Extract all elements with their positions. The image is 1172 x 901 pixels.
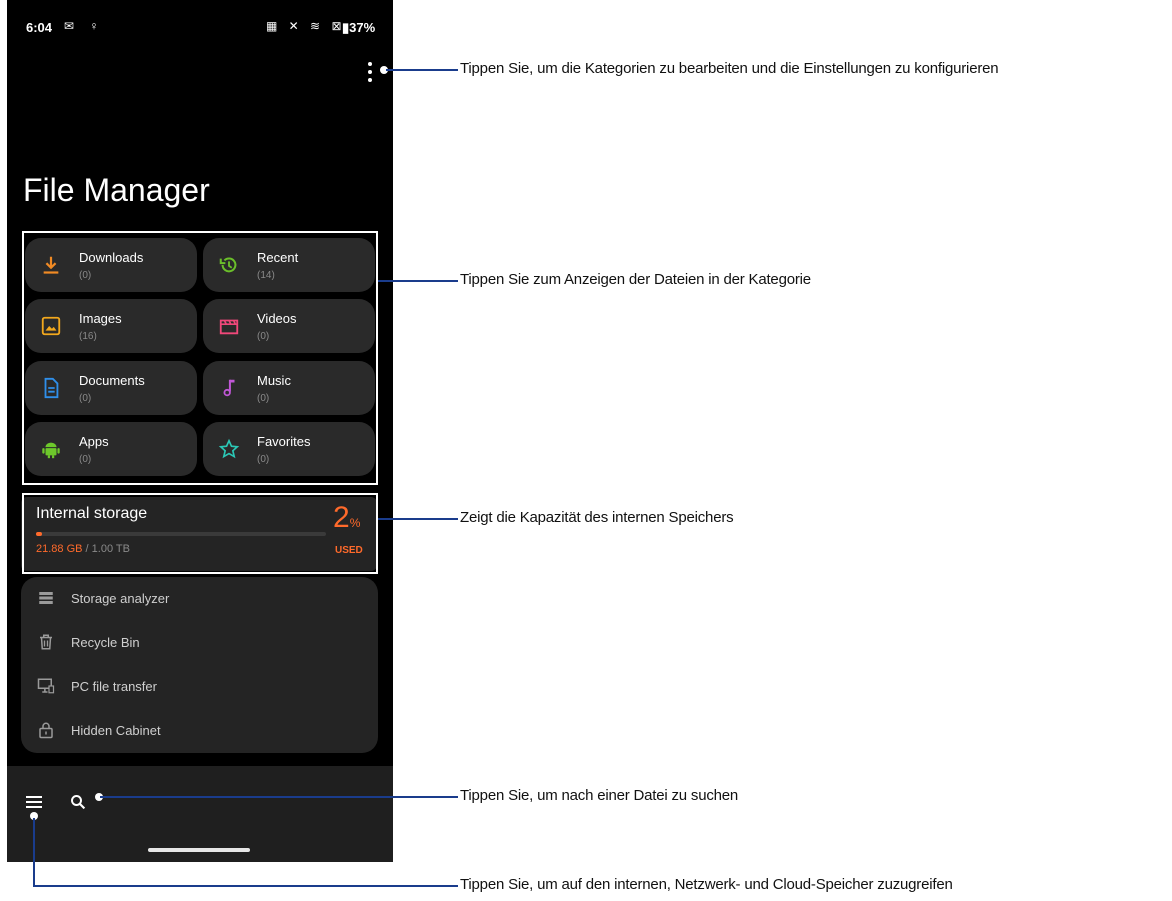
bottom-app-bar	[7, 766, 393, 862]
storage-highlight	[22, 493, 378, 574]
callout-line	[33, 818, 35, 887]
callout-line	[378, 518, 458, 520]
tool-hidden-cabinet[interactable]: Hidden Cabinet	[21, 709, 378, 753]
tool-storage-analyzer[interactable]: Storage analyzer	[21, 577, 378, 621]
system-status-icons: ▦ ✕ ≋ ⊠	[266, 19, 346, 33]
callout-line	[100, 796, 458, 798]
home-indicator[interactable]	[148, 848, 250, 852]
callout-line	[33, 885, 458, 887]
tool-label: Hidden Cabinet	[71, 723, 161, 738]
more-options-icon[interactable]	[363, 62, 377, 82]
callout-storage: Zeigt die Kapazität des internen Speiche…	[460, 509, 734, 526]
pc-transfer-icon	[37, 678, 55, 694]
tool-label: PC file transfer	[71, 679, 157, 694]
callout-line	[378, 280, 458, 282]
callout-categories: Tippen Sie zum Anzeigen der Dateien in d…	[460, 271, 811, 288]
tool-recycle-bin[interactable]: Recycle Bin	[21, 621, 378, 665]
tool-label: Recycle Bin	[71, 635, 140, 650]
tool-pc-file-transfer[interactable]: PC file transfer	[21, 665, 378, 709]
tools-list: Storage analyzer Recycle Bin PC file tra…	[21, 577, 378, 753]
notification-icons: ✉ ♀	[64, 19, 105, 33]
callout-menu: Tippen Sie, um die Kategorien zu bearbei…	[460, 60, 999, 77]
status-time: 6:04	[26, 20, 53, 35]
status-bar: 6:04 ✉ ♀ ▦ ✕ ≋ ⊠ ▮37%	[7, 0, 393, 52]
categories-highlight	[22, 231, 378, 485]
callout-drawer: Tippen Sie, um auf den internen, Netzwer…	[460, 876, 953, 893]
search-icon[interactable]	[69, 793, 87, 811]
trash-icon	[40, 634, 52, 650]
tool-label: Storage analyzer	[71, 591, 170, 606]
callout-search: Tippen Sie, um nach einer Datei zu suche…	[460, 787, 739, 804]
storage-analyzer-icon	[39, 592, 53, 604]
hamburger-menu-icon[interactable]	[26, 795, 42, 809]
callout-line	[386, 69, 458, 71]
battery-indicator: ▮37%	[342, 20, 376, 35]
page-title: File Manager	[23, 172, 210, 208]
lock-icon	[39, 722, 53, 739]
